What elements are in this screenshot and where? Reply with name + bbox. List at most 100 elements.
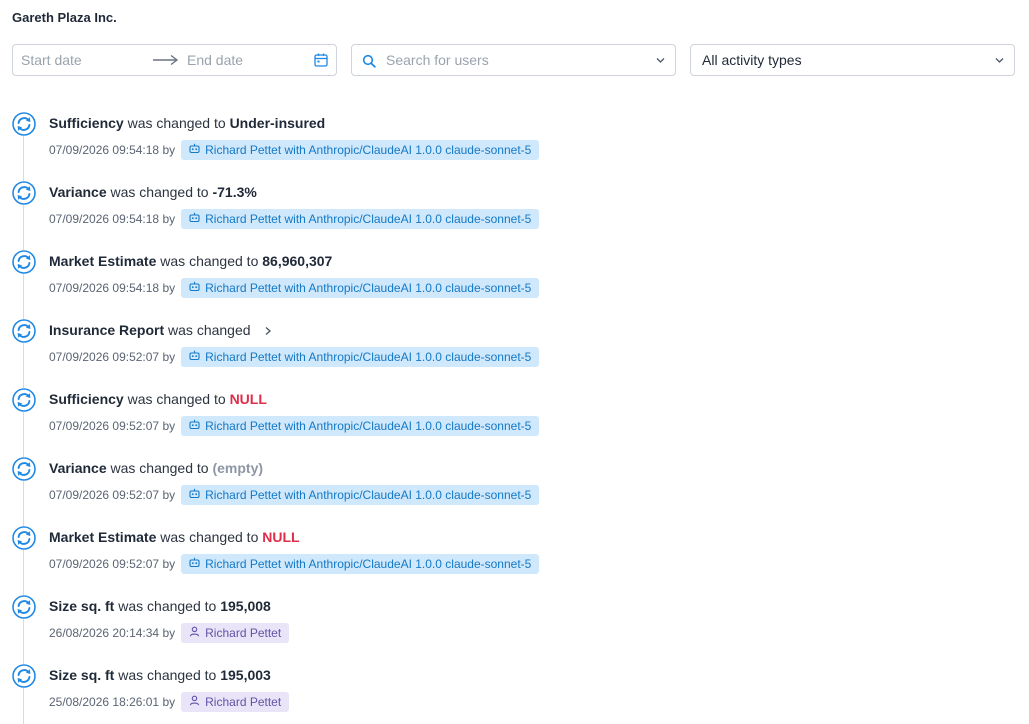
by-label: by	[162, 281, 176, 295]
activity-item: Size sq. ft was changed to 195,008 26/08…	[12, 593, 712, 662]
user-badge[interactable]: Richard Pettet with Anthropic/ClaudeAI 1…	[181, 485, 540, 505]
activity-summary: Insurance Report was changed	[49, 322, 272, 338]
field-name: Sufficiency	[49, 115, 124, 131]
action-text: was changed to	[160, 529, 259, 545]
sync-icon	[12, 319, 36, 343]
user-search-select[interactable]: Search for users	[351, 44, 676, 76]
user-badge[interactable]: Richard Pettet with Anthropic/ClaudeAI 1…	[181, 347, 540, 367]
activity-item: Market Estimate was changed to 86,960,30…	[12, 248, 712, 317]
chevron-down-icon[interactable]	[656, 57, 665, 64]
user-name: Richard Pettet with Anthropic/ClaudeAI 1…	[205, 143, 532, 157]
user-badge[interactable]: Richard Pettet with Anthropic/ClaudeAI 1…	[181, 209, 540, 229]
user-badge[interactable]: Richard Pettet	[181, 623, 290, 643]
sync-icon	[12, 664, 36, 688]
robot-icon	[189, 488, 205, 502]
activity-item: Sufficiency was changed to NULL 07/09/20…	[12, 386, 712, 455]
by-label: by	[162, 212, 176, 226]
activity-summary: Variance was changed to -71.3%	[49, 184, 257, 200]
field-name: Variance	[49, 460, 107, 476]
timestamp: 26/08/2026 20:14:34	[49, 626, 160, 640]
activity-meta: 07/09/2026 09:52:07 by Richard Pettet wi…	[49, 485, 540, 505]
person-icon	[189, 626, 205, 640]
calendar-icon[interactable]	[314, 53, 328, 67]
new-value: 195,008	[220, 598, 271, 614]
chevron-right-icon[interactable]	[254, 322, 272, 338]
user-name: Richard Pettet with Anthropic/ClaudeAI 1…	[205, 281, 532, 295]
activity-meta: 07/09/2026 09:54:18 by Richard Pettet wi…	[49, 140, 540, 160]
activity-type-select[interactable]: All activity types	[690, 44, 1015, 76]
timestamp: 07/09/2026 09:54:18	[49, 212, 160, 226]
sync-icon	[12, 595, 36, 619]
field-name: Market Estimate	[49, 253, 157, 269]
robot-icon	[189, 557, 205, 571]
timestamp: 07/09/2026 09:52:07	[49, 350, 160, 364]
activity-meta: 25/08/2026 18:26:01 by Richard Pettet	[49, 692, 290, 712]
timestamp: 07/09/2026 09:52:07	[49, 419, 160, 433]
activity-item: Variance was changed to -71.3% 07/09/202…	[12, 179, 712, 248]
activity-meta: 07/09/2026 09:54:18 by Richard Pettet wi…	[49, 278, 540, 298]
timestamp: 07/09/2026 09:54:18	[49, 143, 160, 157]
user-name: Richard Pettet with Anthropic/ClaudeAI 1…	[205, 557, 532, 571]
timestamp: 07/09/2026 09:54:18	[49, 281, 160, 295]
timestamp: 07/09/2026 09:52:07	[49, 557, 160, 571]
new-value: 195,003	[220, 667, 271, 683]
timestamp: 25/08/2026 18:26:01	[49, 695, 160, 709]
by-label: by	[162, 350, 176, 364]
activity-item: Sufficiency was changed to Under-insured…	[12, 110, 712, 179]
activity-item: Size sq. ft was changed to 195,003 25/08…	[12, 662, 712, 724]
user-badge[interactable]: Richard Pettet with Anthropic/ClaudeAI 1…	[181, 416, 540, 436]
sync-icon	[12, 112, 36, 136]
activity-summary: Variance was changed to (empty)	[49, 460, 263, 476]
by-label: by	[162, 695, 176, 709]
new-value: Under-insured	[229, 115, 326, 131]
user-name: Richard Pettet with Anthropic/ClaudeAI 1…	[205, 419, 532, 433]
search-icon	[362, 54, 376, 68]
robot-icon	[189, 350, 205, 364]
by-label: by	[162, 419, 176, 433]
field-name: Size sq. ft	[49, 667, 115, 683]
by-label: by	[162, 488, 176, 502]
activity-summary: Sufficiency was changed to Under-insured	[49, 115, 325, 131]
sync-icon	[12, 388, 36, 412]
chevron-down-icon[interactable]	[995, 57, 1004, 64]
new-value: (empty)	[212, 460, 264, 476]
user-name: Richard Pettet	[205, 695, 282, 709]
user-badge[interactable]: Richard Pettet with Anthropic/ClaudeAI 1…	[181, 140, 540, 160]
action-text: was changed to	[127, 391, 226, 407]
field-name: Size sq. ft	[49, 598, 115, 614]
user-badge[interactable]: Richard Pettet	[181, 692, 290, 712]
user-badge[interactable]: Richard Pettet with Anthropic/ClaudeAI 1…	[181, 554, 540, 574]
new-value: -71.3%	[212, 184, 257, 200]
robot-icon	[189, 419, 205, 433]
user-search-input[interactable]: Search for users	[386, 52, 489, 68]
action-text: was changed	[168, 322, 251, 338]
action-text: was changed to	[160, 253, 259, 269]
activity-summary: Size sq. ft was changed to 195,003	[49, 667, 271, 683]
start-date-input[interactable]: Start date	[21, 52, 82, 68]
field-name: Market Estimate	[49, 529, 157, 545]
user-name: Richard Pettet with Anthropic/ClaudeAI 1…	[205, 212, 532, 226]
activity-timeline: Sufficiency was changed to Under-insured…	[12, 110, 712, 724]
user-name: Richard Pettet with Anthropic/ClaudeAI 1…	[205, 488, 532, 502]
activity-meta: 07/09/2026 09:52:07 by Richard Pettet wi…	[49, 347, 540, 367]
by-label: by	[162, 557, 176, 571]
activity-summary: Market Estimate was changed to NULL	[49, 529, 300, 545]
filter-bar: Start date End date Search for users All…	[12, 44, 1015, 76]
field-name: Sufficiency	[49, 391, 124, 407]
activity-summary: Size sq. ft was changed to 195,008	[49, 598, 271, 614]
action-text: was changed to	[118, 667, 217, 683]
arrow-right-icon	[153, 54, 179, 66]
user-badge[interactable]: Richard Pettet with Anthropic/ClaudeAI 1…	[181, 278, 540, 298]
robot-icon	[189, 143, 205, 157]
field-name: Insurance Report	[49, 322, 165, 338]
action-text: was changed to	[127, 115, 226, 131]
end-date-input[interactable]: End date	[187, 52, 243, 68]
activity-meta: 07/09/2026 09:54:18 by Richard Pettet wi…	[49, 209, 540, 229]
date-range-picker[interactable]: Start date End date	[12, 44, 337, 76]
activity-item: Variance was changed to (empty) 07/09/20…	[12, 455, 712, 524]
page-title: Gareth Plaza Inc.	[12, 10, 117, 25]
activity-summary: Market Estimate was changed to 86,960,30…	[49, 253, 332, 269]
by-label: by	[162, 626, 176, 640]
sync-icon	[12, 457, 36, 481]
sync-icon	[12, 526, 36, 550]
